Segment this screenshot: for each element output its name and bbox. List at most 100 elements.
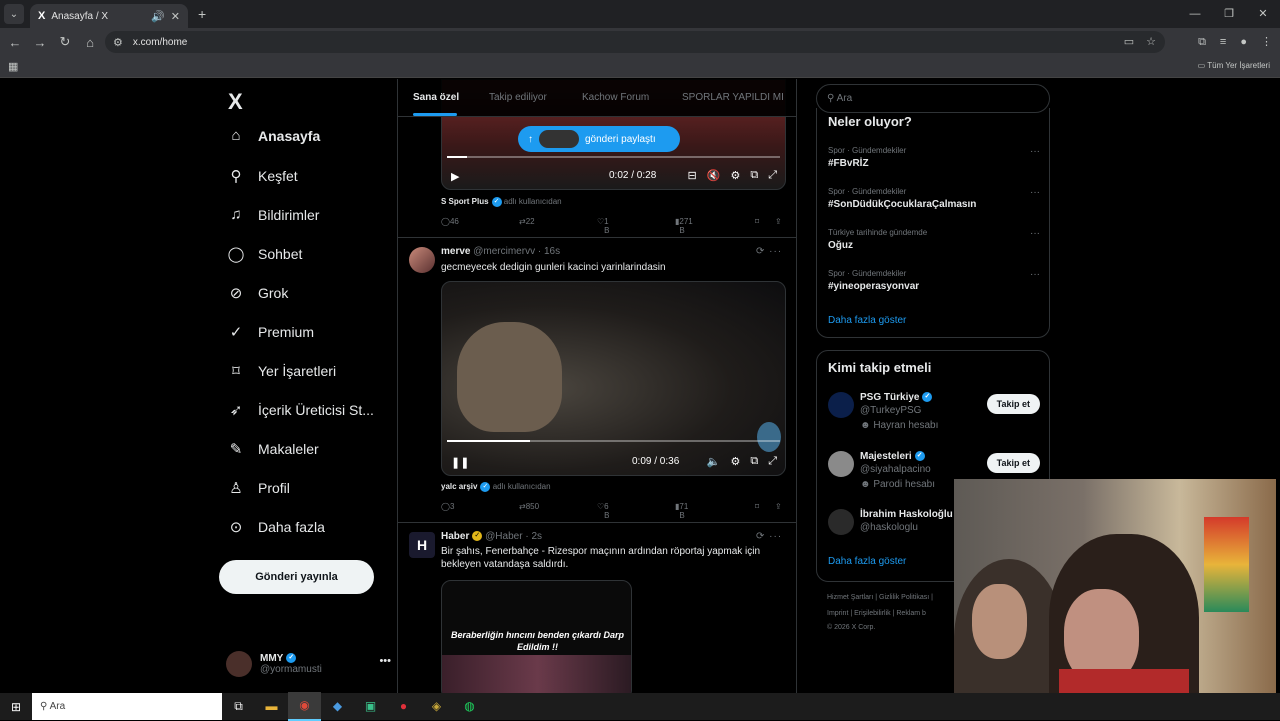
- author-name[interactable]: merve: [441, 246, 470, 257]
- trend-item[interactable]: Spor · Gündemdekiler #SonDüdükÇocuklaraÇ…: [828, 187, 1040, 210]
- account-switcher[interactable]: MMY ✓ @yormamusti •••: [226, 647, 391, 681]
- settings-icon[interactable]: ⚙: [730, 455, 740, 468]
- nav-item-chat[interactable]: ◯ Sohbet: [226, 245, 303, 263]
- close-tab-icon[interactable]: ✕: [171, 10, 180, 23]
- video-progress-bar[interactable]: [447, 156, 780, 158]
- fullscreen-icon[interactable]: ⤢: [768, 169, 777, 182]
- extensions-icon[interactable]: ⧉: [1198, 31, 1206, 53]
- footer-links[interactable]: Hizmet Şartları | Gizlilik Politikası |: [827, 594, 933, 601]
- tab-search-button[interactable]: ⌄: [4, 4, 24, 24]
- tab-for-you[interactable]: Sana özel: [413, 92, 459, 103]
- chrome-icon[interactable]: ◉: [288, 692, 321, 721]
- nav-item-home[interactable]: ⌂ Anasayfa: [226, 127, 320, 144]
- bookmark-star-icon[interactable]: ☆: [1146, 31, 1156, 53]
- nav-item-creator-studio[interactable]: ➶ İçerik Üreticisi St...: [226, 401, 374, 419]
- taskbar-search-input[interactable]: ⚲ Ara: [32, 693, 222, 720]
- captions-icon[interactable]: ⊟: [688, 169, 697, 182]
- trend-item[interactable]: Türkiye tarihinde gündemde Oğuz ···: [828, 228, 1040, 251]
- profile-avatar-icon[interactable]: ●: [1240, 31, 1247, 53]
- home-browser-icon[interactable]: ⌂: [78, 35, 102, 50]
- windows-start-icon[interactable]: ⊞: [0, 700, 32, 714]
- like-button[interactable]: ♡ 6 B: [597, 502, 610, 520]
- repost-button[interactable]: ⇄ 850: [519, 502, 539, 511]
- tweet-more-icon[interactable]: ⟳ ···: [756, 531, 782, 542]
- tweet-image[interactable]: Beraberliğin hıncını benden çıkardı Darp…: [441, 580, 632, 693]
- tweet[interactable]: merve @mercimervv · 16s ⟳ ··· gecmeyecek…: [398, 238, 796, 523]
- media-control-icon[interactable]: ≡: [1220, 31, 1226, 53]
- more-options-icon[interactable]: ···: [1030, 269, 1040, 280]
- nav-item-grok[interactable]: ⊘ Grok: [226, 284, 289, 302]
- apps-grid-icon[interactable]: ▦: [8, 60, 18, 73]
- reply-button[interactable]: ◯ 46: [441, 217, 459, 226]
- nav-item-articles[interactable]: ✎ Makaleler: [226, 440, 319, 458]
- tab-following[interactable]: Takip ediliyor: [489, 92, 547, 103]
- x-logo-icon[interactable]: X: [228, 89, 243, 115]
- cast-icon[interactable]: ▭: [1124, 31, 1134, 53]
- tab-sporlar[interactable]: SPORLAR YAPILDI MI: [682, 92, 784, 103]
- popout-icon[interactable]: ⧉: [750, 169, 758, 182]
- avatar[interactable]: [409, 247, 435, 273]
- video-progress-bar[interactable]: [447, 440, 780, 442]
- forward-icon[interactable]: →: [28, 35, 52, 50]
- follow-button[interactable]: Takip et: [986, 453, 1040, 473]
- attribution-name[interactable]: yalc arşiv: [441, 482, 477, 491]
- nav-item-profile[interactable]: ♙ Profil: [226, 479, 290, 497]
- restore-icon[interactable]: ❐: [1212, 0, 1246, 28]
- footer-links[interactable]: Imprint | Erişilebilirlik | Reklam b: [827, 610, 926, 617]
- browser-tab[interactable]: X Anasayfa / X 🔊 ✕: [30, 4, 188, 28]
- who-show-more-link[interactable]: Daha fazla göster: [828, 556, 906, 567]
- pause-icon[interactable]: ❚❚: [451, 456, 469, 469]
- more-options-icon[interactable]: ···: [1030, 228, 1040, 239]
- author-name[interactable]: Haber: [441, 531, 469, 542]
- all-bookmarks-folder[interactable]: ▭ Tüm Yer İşaretleri: [1198, 61, 1270, 70]
- nav-item-premium[interactable]: ✓ Premium: [226, 323, 314, 341]
- back-icon[interactable]: ←: [3, 35, 27, 50]
- trends-show-more-link[interactable]: Daha fazla göster: [828, 315, 906, 326]
- more-options-icon[interactable]: ···: [1030, 187, 1040, 198]
- fullscreen-icon[interactable]: ⤢: [768, 455, 777, 468]
- bookmark-tweet-icon[interactable]: ⌑: [755, 502, 759, 511]
- avatar[interactable]: H: [409, 532, 435, 558]
- minimize-icon[interactable]: —: [1178, 0, 1212, 28]
- app-icon-green[interactable]: ▣: [354, 693, 387, 720]
- nav-item-bookmarks[interactable]: ⌑ Yer İşaretleri: [226, 362, 336, 380]
- play-icon[interactable]: ▶: [451, 170, 459, 183]
- app-icon-league[interactable]: ◈: [420, 693, 453, 720]
- app-icon-red[interactable]: ●: [387, 693, 420, 720]
- share-pill[interactable]: ↑ gönderi paylaştı: [518, 126, 680, 152]
- task-view-icon[interactable]: ⧉: [222, 693, 255, 720]
- follow-button[interactable]: Takip et: [986, 394, 1040, 414]
- nav-item-notifications[interactable]: ♫ Bildirimler: [226, 206, 319, 223]
- new-tab-button[interactable]: +: [198, 6, 206, 22]
- menu-icon[interactable]: ⋮: [1261, 31, 1272, 53]
- share-icon[interactable]: ⇪: [775, 502, 782, 511]
- tweet-more-icon[interactable]: ⟳ ···: [756, 246, 782, 257]
- site-info-icon[interactable]: ⚙: [113, 36, 123, 49]
- tweet[interactable]: H Haber ✓ @Haber · 2s ⟳ ··· Bir şahıs, Fe…: [398, 523, 796, 693]
- trend-item[interactable]: Spor · Gündemdekiler #FBvRİZ ···: [828, 146, 1040, 169]
- reply-button[interactable]: ◯ 3: [441, 502, 454, 511]
- suggested-account[interactable]: PSG Türkiye ✓ @TurkeyPSG ☻ Hayran hesabı …: [828, 392, 1040, 432]
- popout-icon[interactable]: ⧉: [750, 455, 758, 468]
- nav-item-more[interactable]: ⊙ Daha fazla: [226, 518, 325, 536]
- app-icon-blue[interactable]: ◆: [321, 693, 354, 720]
- tab-kachow-forum[interactable]: Kachow Forum: [582, 92, 649, 103]
- close-window-icon[interactable]: ✕: [1246, 0, 1280, 28]
- views-button[interactable]: ▮ 271 B: [675, 217, 693, 235]
- more-options-icon[interactable]: ···: [1030, 146, 1040, 157]
- bookmark-tweet-icon[interactable]: ⌑: [755, 217, 759, 226]
- video-player[interactable]: ❚❚ 0:09 / 0:36 🔈 ⚙ ⧉ ⤢: [441, 281, 786, 476]
- trend-item[interactable]: Spor · Gündemdekiler #yineoperasyonvar ·…: [828, 269, 1040, 292]
- views-button[interactable]: ▮ 71 B: [675, 502, 688, 520]
- share-icon[interactable]: ⇪: [775, 217, 782, 226]
- address-bar[interactable]: ⚙ x.com/home: [105, 31, 1165, 53]
- attribution-name[interactable]: S Sport Plus: [441, 197, 489, 206]
- reload-icon[interactable]: ↻: [53, 34, 77, 50]
- more-options-icon[interactable]: •••: [379, 655, 391, 667]
- settings-icon[interactable]: ⚙: [730, 169, 740, 182]
- volume-icon[interactable]: 🔈: [707, 455, 721, 468]
- repost-button[interactable]: ⇄ 22: [519, 217, 535, 226]
- speaker-icon[interactable]: 🔊: [151, 10, 165, 23]
- post-button[interactable]: Gönderi yayınla: [219, 560, 374, 594]
- file-explorer-icon[interactable]: ▬: [255, 693, 288, 720]
